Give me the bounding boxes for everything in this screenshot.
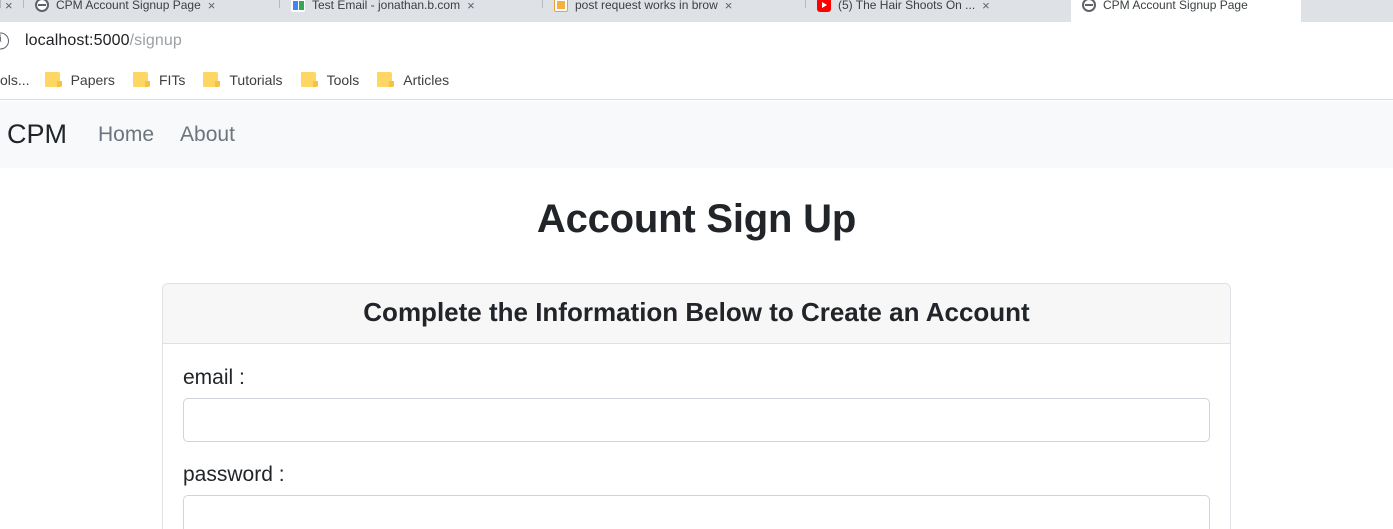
tab-close-icon[interactable]: × — [208, 0, 216, 12]
browser-tab-3[interactable]: post request works in brow × — [543, 0, 805, 22]
globe-icon — [35, 0, 49, 12]
document-icon — [554, 0, 568, 12]
signup-card-header: Complete the Information Below to Create… — [163, 284, 1230, 344]
bookmark-item-articles[interactable]: Articles — [368, 66, 458, 94]
folder-icon — [300, 72, 318, 87]
form-group-password: password : — [183, 463, 1210, 529]
browser-tab-4[interactable]: (5) The Hair Shoots On ... × — [806, 0, 1071, 22]
nav-link-about[interactable]: About — [180, 124, 235, 145]
bookmark-label: Papers — [70, 71, 115, 88]
navbar-brand[interactable]: CPM — [7, 121, 67, 148]
browser-tab-5-active[interactable]: CPM Account Signup Page — [1071, 0, 1301, 22]
folder-icon — [44, 72, 62, 87]
tab-close-icon[interactable]: × — [982, 0, 990, 12]
url-host: localhost:5000 — [25, 32, 130, 49]
bookmark-item-fits[interactable]: FITs — [124, 66, 194, 94]
folder-icon — [377, 72, 395, 87]
bookmark-label: FITs — [158, 71, 186, 88]
globe-icon — [1082, 0, 1096, 12]
bookmark-item-tools[interactable]: Tools — [292, 66, 369, 94]
folder-icon — [132, 72, 150, 87]
page-info-icon[interactable] — [0, 32, 9, 50]
bookmark-item-tutorials[interactable]: Tutorials — [194, 66, 291, 94]
site-navbar: CPM Home About — [0, 101, 1393, 168]
signup-form: email : password : — [163, 344, 1230, 529]
email-input[interactable] — [183, 398, 1210, 443]
tab-close-icon[interactable]: × — [467, 0, 475, 12]
page-content: Account Sign Up Complete the Information… — [0, 197, 1393, 529]
address-bar[interactable]: localhost:5000/signup — [0, 22, 1393, 60]
signup-card: Complete the Information Below to Create… — [162, 283, 1231, 529]
page-title: Account Sign Up — [536, 197, 857, 241]
bookmark-item-partial[interactable]: ols... — [0, 66, 36, 94]
bookmarks-bar: ols... Papers FITs Tutorials Tools Artic… — [0, 60, 1393, 100]
navbar-links: Home About — [98, 124, 235, 145]
bookmark-label: ols... — [0, 71, 30, 88]
bookmark-item-papers[interactable]: Papers — [36, 66, 124, 94]
password-input[interactable] — [183, 495, 1210, 529]
password-label: password : — [183, 463, 285, 487]
tab-close-icon[interactable]: × — [725, 0, 733, 12]
browser-tab-2[interactable]: Test Email - jonathan.b.com × — [280, 0, 542, 22]
tab-title: Test Email - jonathan.b.com — [312, 0, 461, 12]
bookmark-label: Tools — [326, 71, 360, 88]
browser-tab-partial[interactable]: × — [1, 0, 23, 22]
youtube-icon — [817, 0, 831, 12]
form-group-email: email : — [183, 366, 1210, 443]
browser-tab-1[interactable]: CPM Account Signup Page × — [24, 0, 279, 22]
gmail-icon — [291, 0, 305, 12]
email-label: email : — [183, 366, 245, 389]
tab-title: post request works in brow — [575, 0, 718, 12]
browser-window: × CPM Account Signup Page × Test Email -… — [0, 0, 1393, 529]
page-viewport: CPM Home About Account Sign Up Complete … — [0, 101, 1393, 529]
bookmark-label: Articles — [403, 71, 450, 88]
bookmark-label: Tutorials — [229, 71, 283, 88]
tab-close-icon[interactable]: × — [5, 0, 13, 12]
tab-title: (5) The Hair Shoots On ... — [838, 0, 976, 12]
tab-strip: × CPM Account Signup Page × Test Email -… — [0, 0, 1393, 22]
folder-icon — [203, 72, 221, 87]
address-bar-url: localhost:5000/signup — [25, 32, 182, 50]
nav-link-home[interactable]: Home — [98, 124, 154, 145]
tab-title: CPM Account Signup Page — [1103, 0, 1248, 12]
tab-title: CPM Account Signup Page — [56, 0, 201, 12]
url-path: /signup — [129, 32, 182, 49]
